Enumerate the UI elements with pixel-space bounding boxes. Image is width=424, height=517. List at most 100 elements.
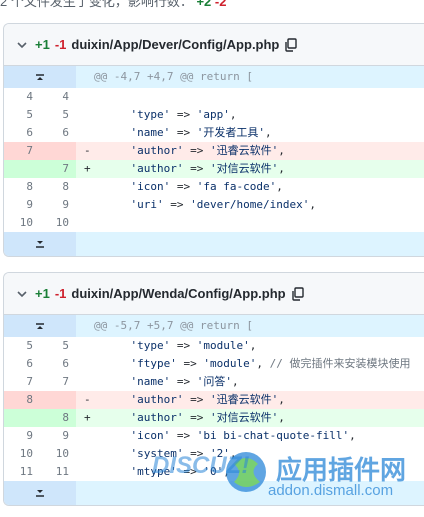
code-text: 'author' => '迅睿云软件', bbox=[130, 393, 285, 406]
diff-table: @@ -4,7 +4,7 @@ return [ 4455 'type' => … bbox=[4, 66, 424, 256]
new-line-number[interactable]: 5 bbox=[40, 337, 76, 355]
new-line-number[interactable]: 10 bbox=[40, 214, 76, 232]
file-deletions: -1 bbox=[54, 286, 67, 301]
code-line: 'name' => '开发者工具', bbox=[76, 124, 424, 142]
file-deletions: -1 bbox=[54, 37, 67, 52]
new-line-number[interactable]: 9 bbox=[40, 196, 76, 214]
old-line-number[interactable]: 5 bbox=[4, 106, 40, 124]
new-line-number[interactable]: 9 bbox=[40, 427, 76, 445]
added-line: 8 + 'author' => '对信云软件', bbox=[4, 409, 424, 427]
file-path[interactable]: duixin/App/Wenda/Config/App.php bbox=[71, 286, 285, 301]
new-line-number[interactable]: 7 bbox=[40, 160, 76, 178]
code-line: 'ftype' => 'module', // 做完插件来安装模块使用 bbox=[76, 355, 424, 373]
expand-footer-row bbox=[4, 232, 424, 256]
diff-sign: - bbox=[84, 144, 91, 157]
old-line-number[interactable]: 8 bbox=[4, 178, 40, 196]
new-line-number[interactable]: 8 bbox=[40, 409, 76, 427]
diff-sign: + bbox=[84, 162, 91, 175]
chevron-down-icon[interactable] bbox=[16, 39, 28, 51]
hunk-header-row: @@ -5,7 +5,7 @@ return [ bbox=[4, 315, 424, 337]
code-text: 'icon' => 'bi bi-chat-quote-fill', bbox=[130, 429, 356, 442]
new-line-number[interactable] bbox=[40, 142, 76, 160]
code-line: 'type' => 'app', bbox=[76, 106, 424, 124]
code-text: 'uri' => 'dever/home/index', bbox=[130, 198, 316, 211]
old-line-number[interactable]: 10 bbox=[4, 445, 40, 463]
expand-down-icon[interactable] bbox=[4, 481, 76, 505]
old-line-number[interactable]: 5 bbox=[4, 337, 40, 355]
expand-up-icon[interactable] bbox=[4, 315, 76, 337]
context-line: 99 'icon' => 'bi bi-chat-quote-fill', bbox=[4, 427, 424, 445]
code-text: 'icon' => 'fa fa-code', bbox=[130, 180, 283, 193]
old-line-number[interactable]: 6 bbox=[4, 355, 40, 373]
code-line: - 'author' => '迅睿云软件', bbox=[76, 142, 424, 160]
context-line: 55 'type' => 'app', bbox=[4, 106, 424, 124]
old-line-number[interactable]: 8 bbox=[4, 391, 40, 409]
code-text: 'author' => '迅睿云软件', bbox=[130, 144, 285, 157]
chevron-down-icon[interactable] bbox=[16, 288, 28, 300]
old-line-number[interactable]: 4 bbox=[4, 88, 40, 106]
added-line: 7 + 'author' => '对信云软件', bbox=[4, 160, 424, 178]
new-line-number[interactable] bbox=[40, 391, 76, 409]
hunk-header-row: @@ -4,7 +4,7 @@ return [ bbox=[4, 66, 424, 88]
context-line: 77 'name' => '问答', bbox=[4, 373, 424, 391]
new-line-number[interactable]: 7 bbox=[40, 373, 76, 391]
file-path[interactable]: duixin/App/Dever/Config/App.php bbox=[71, 37, 279, 52]
copy-icon[interactable] bbox=[284, 37, 298, 52]
new-line-number[interactable]: 8 bbox=[40, 178, 76, 196]
code-text: 'name' => '问答', bbox=[130, 375, 239, 388]
old-line-number[interactable]: 9 bbox=[4, 196, 40, 214]
context-line: 66 'ftype' => 'module', // 做完插件来安装模块使用 bbox=[4, 355, 424, 373]
code-text: 'author' => '对信云软件', bbox=[130, 162, 285, 175]
old-line-number[interactable]: 6 bbox=[4, 124, 40, 142]
context-line: 66 'name' => '开发者工具', bbox=[4, 124, 424, 142]
diff-summary: 2 个文件发生了变化，影响行数： +2 -2 bbox=[0, 0, 424, 10]
copy-icon[interactable] bbox=[291, 286, 305, 301]
old-line-number[interactable]: 11 bbox=[4, 463, 40, 481]
expand-down-icon[interactable] bbox=[4, 232, 76, 256]
file-diff-1: +1 -1 duixin/App/Dever/Config/App.php @@… bbox=[3, 23, 424, 257]
new-line-number[interactable]: 6 bbox=[40, 355, 76, 373]
file-additions: +1 bbox=[35, 286, 50, 301]
diff-table: @@ -5,7 +5,7 @@ return [ 55 'type' => 'm… bbox=[4, 315, 424, 505]
expand-footer-row bbox=[4, 481, 424, 505]
deleted-line: 7 - 'author' => '迅睿云软件', bbox=[4, 142, 424, 160]
expand-up-icon[interactable] bbox=[4, 66, 76, 88]
code-text: 'name' => '开发者工具', bbox=[130, 126, 272, 139]
summary-deletions: -2 bbox=[214, 0, 227, 9]
file-diff-2: +1 -1 duixin/App/Wenda/Config/App.php @@… bbox=[3, 272, 424, 506]
new-line-number[interactable]: 6 bbox=[40, 124, 76, 142]
context-line: 99 'uri' => 'dever/home/index', bbox=[4, 196, 424, 214]
old-line-number[interactable]: 10 bbox=[4, 214, 40, 232]
context-line: 11 11 'mtype' => '0', bbox=[4, 463, 424, 481]
code-line: 'mtype' => '0', bbox=[76, 463, 424, 481]
new-line-number[interactable]: 10 bbox=[40, 445, 76, 463]
code-line: - 'author' => '迅睿云软件', bbox=[76, 391, 424, 409]
code-text: 'ftype' => 'module', // 做完插件来安装模块使用 bbox=[130, 357, 411, 370]
code-text: 'type' => 'module', bbox=[130, 339, 257, 352]
context-line: 10 10 bbox=[4, 214, 424, 232]
code-line: 'icon' => 'fa fa-code', bbox=[76, 178, 424, 196]
code-text: 'type' => 'app', bbox=[130, 108, 237, 121]
hunk-header: @@ -5,7 +5,7 @@ return [ bbox=[76, 315, 424, 337]
old-line-number[interactable]: 7 bbox=[4, 373, 40, 391]
new-line-number[interactable]: 11 bbox=[40, 463, 76, 481]
diff-sign: - bbox=[84, 393, 91, 406]
deleted-line: 8 - 'author' => '迅睿云软件', bbox=[4, 391, 424, 409]
old-line-number[interactable] bbox=[4, 409, 40, 427]
file-header: +1 -1 duixin/App/Dever/Config/App.php bbox=[4, 24, 424, 66]
code-line: 'name' => '问答', bbox=[76, 373, 424, 391]
summary-additions: +2 bbox=[196, 0, 212, 9]
code-line: + 'author' => '对信云软件', bbox=[76, 409, 424, 427]
code-line: 'uri' => 'dever/home/index', bbox=[76, 196, 424, 214]
new-line-number[interactable]: 5 bbox=[40, 106, 76, 124]
hunk-header: @@ -4,7 +4,7 @@ return [ bbox=[76, 66, 424, 88]
context-line: 10 10 'system' => '2', bbox=[4, 445, 424, 463]
new-line-number[interactable]: 4 bbox=[40, 88, 76, 106]
code-text: 'author' => '对信云软件', bbox=[130, 411, 285, 424]
code-text: 'mtype' => '0', bbox=[130, 465, 230, 478]
file-header: +1 -1 duixin/App/Wenda/Config/App.php bbox=[4, 273, 424, 315]
old-line-number[interactable] bbox=[4, 160, 40, 178]
old-line-number[interactable]: 9 bbox=[4, 427, 40, 445]
old-line-number[interactable]: 7 bbox=[4, 142, 40, 160]
